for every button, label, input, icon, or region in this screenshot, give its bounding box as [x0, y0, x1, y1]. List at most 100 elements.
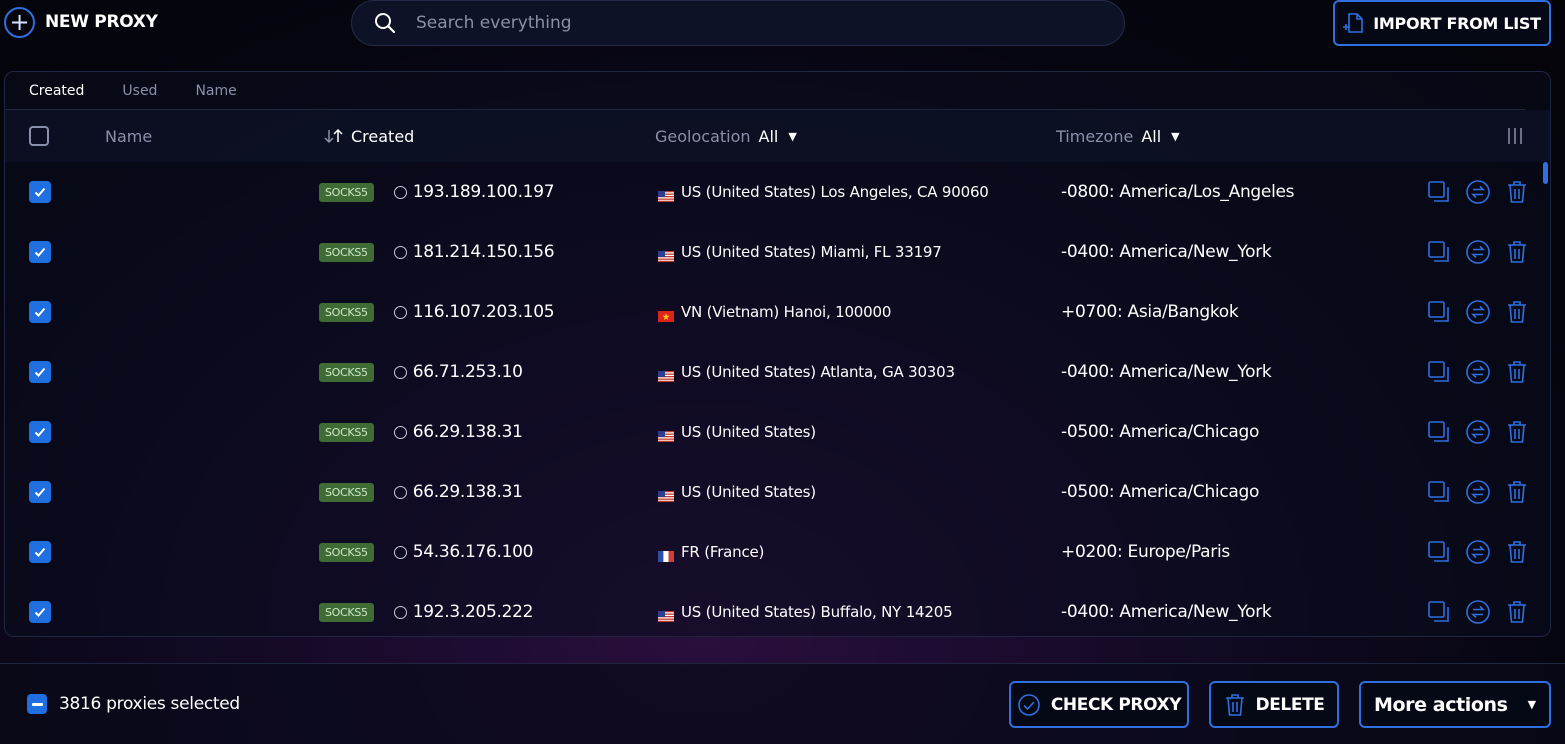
trash-icon[interactable]	[1504, 599, 1530, 625]
row-checkbox[interactable]	[29, 421, 51, 443]
new-proxy-button[interactable]: + NEW PROXY	[4, 6, 158, 38]
table-row[interactable]: SOCKS5 116.107.203.105 VN (Vietnam) Hano…	[5, 282, 1545, 342]
swap-icon[interactable]	[1465, 419, 1491, 445]
row-actions	[1426, 582, 1530, 636]
swap-icon[interactable]	[1465, 599, 1491, 625]
scrollbar[interactable]	[1542, 162, 1550, 636]
column-settings[interactable]	[1505, 110, 1525, 162]
trash-icon[interactable]	[1504, 479, 1530, 505]
column-created[interactable]: Created	[323, 110, 414, 162]
table-row[interactable]: SOCKS5 66.71.253.10 US (United States) A…	[5, 342, 1545, 402]
swap-icon[interactable]	[1465, 299, 1491, 325]
geolocation-filter-caret-icon[interactable]: ▼	[788, 130, 796, 143]
proxy-ip: 66.29.138.31	[412, 422, 523, 442]
copy-icon[interactable]	[1426, 239, 1452, 265]
import-file-icon	[1343, 13, 1364, 33]
copy-icon[interactable]	[1426, 599, 1452, 625]
column-geolocation-label: Geolocation	[655, 126, 751, 146]
geolocation-cell: VN (Vietnam) Hanoi, 100000	[658, 282, 891, 342]
trash-icon[interactable]	[1504, 419, 1530, 445]
swap-icon[interactable]	[1465, 479, 1491, 505]
search-input[interactable]	[416, 13, 1016, 33]
checkmark-icon	[34, 607, 46, 617]
trash-icon[interactable]	[1504, 239, 1530, 265]
sort-tabs: Created Used Name	[5, 72, 1525, 110]
delete-button[interactable]: DELETE	[1209, 681, 1339, 728]
table-row[interactable]: SOCKS5 193.189.100.197 US (United States…	[5, 162, 1545, 222]
sort-tab-used[interactable]: Used	[122, 83, 157, 99]
row-checkbox[interactable]	[29, 541, 51, 563]
timezone-text: +0200: Europe/Paris	[1061, 542, 1230, 562]
trash-icon	[1225, 693, 1244, 716]
trash-icon[interactable]	[1504, 299, 1530, 325]
new-proxy-label: NEW PROXY	[45, 12, 158, 32]
more-actions-button[interactable]: More actions ▼	[1359, 681, 1551, 728]
proxy-cell: SOCKS5 54.36.176.100	[319, 522, 534, 582]
geolocation-filter-value[interactable]: All	[759, 127, 779, 146]
timezone-cell: -0400: America/New_York	[1061, 582, 1272, 636]
trash-icon[interactable]	[1504, 359, 1530, 385]
row-checkbox[interactable]	[29, 361, 51, 383]
proxy-ip: 192.3.205.222	[412, 602, 534, 622]
row-checkbox[interactable]	[29, 241, 51, 263]
timezone-filter-caret-icon[interactable]: ▼	[1171, 130, 1179, 143]
row-checkbox[interactable]	[29, 181, 51, 203]
trash-icon[interactable]	[1504, 179, 1530, 205]
copy-icon[interactable]	[1426, 539, 1452, 565]
timezone-cell: -0800: America/Los_Angeles	[1061, 162, 1295, 222]
proxy-cell: SOCKS5 66.29.138.31	[319, 402, 523, 462]
columns-icon	[1508, 128, 1522, 144]
column-geolocation[interactable]: Geolocation All ▼	[655, 110, 797, 162]
row-checkbox[interactable]	[29, 481, 51, 503]
table-row[interactable]: SOCKS5 66.29.138.31 US (United States) -…	[5, 402, 1545, 462]
import-from-list-button[interactable]: IMPORT FROM LIST	[1333, 0, 1551, 46]
top-bar: + NEW PROXY IMPORT FROM LIST	[0, 0, 1565, 60]
copy-icon[interactable]	[1426, 419, 1452, 445]
column-name[interactable]: Name	[105, 110, 152, 162]
copy-icon[interactable]	[1426, 359, 1452, 385]
copy-icon[interactable]	[1426, 299, 1452, 325]
table-row[interactable]: SOCKS5 66.29.138.31 US (United States) -…	[5, 462, 1545, 522]
column-timezone-label: Timezone	[1056, 126, 1134, 146]
row-checkbox[interactable]	[29, 301, 51, 323]
swap-icon[interactable]	[1465, 179, 1491, 205]
swap-icon[interactable]	[1465, 539, 1491, 565]
trash-icon[interactable]	[1504, 539, 1530, 565]
geolocation-text: US (United States) Atlanta, GA 30303	[681, 363, 955, 381]
row-checkbox[interactable]	[29, 601, 51, 623]
table-header: Name Created Geolocation All ▼ Timezone …	[5, 110, 1550, 162]
proxy-cell: SOCKS5 192.3.205.222	[319, 582, 534, 636]
proxy-cell: SOCKS5 66.29.138.31	[319, 462, 523, 522]
row-checkbox-cell	[29, 222, 51, 282]
copy-icon[interactable]	[1426, 479, 1452, 505]
table-row[interactable]: SOCKS5 54.36.176.100 FR (France) +0200: …	[5, 522, 1545, 582]
column-timezone[interactable]: Timezone All ▼	[1056, 110, 1180, 162]
sort-tab-name[interactable]: Name	[195, 83, 236, 99]
check-proxy-button[interactable]: CHECK PROXY	[1009, 681, 1189, 728]
vn-flag-icon	[658, 307, 674, 322]
fr-flag-icon	[658, 547, 674, 562]
table-row[interactable]: SOCKS5 192.3.205.222 US (United States) …	[5, 582, 1545, 636]
status-circle-icon	[393, 365, 407, 379]
geolocation-cell: US (United States) Los Angeles, CA 90060	[658, 162, 989, 222]
timezone-filter-value[interactable]: All	[1141, 127, 1161, 146]
bottom-action-bar: 3816 proxies selected CHECK PROXY DELETE…	[0, 663, 1565, 744]
row-actions	[1426, 402, 1530, 462]
timezone-text: -0500: America/Chicago	[1061, 422, 1260, 442]
timezone-cell: +0200: Europe/Paris	[1061, 522, 1230, 582]
select-all-cell	[29, 110, 49, 162]
us-flag-icon	[658, 187, 674, 202]
row-checkbox-cell	[29, 582, 51, 636]
proxy-cell: SOCKS5 181.214.150.156	[319, 222, 555, 282]
deselect-all-checkbox[interactable]	[27, 694, 47, 714]
table-row[interactable]: SOCKS5 181.214.150.156 US (United States…	[5, 222, 1545, 282]
import-label: IMPORT FROM LIST	[1373, 13, 1541, 33]
scrollbar-thumb[interactable]	[1543, 162, 1548, 184]
swap-icon[interactable]	[1465, 239, 1491, 265]
timezone-text: -0800: America/Los_Angeles	[1061, 182, 1295, 202]
status-circle-icon	[393, 185, 407, 199]
select-all-checkbox[interactable]	[29, 126, 49, 146]
copy-icon[interactable]	[1426, 179, 1452, 205]
swap-icon[interactable]	[1465, 359, 1491, 385]
sort-tab-created[interactable]: Created	[29, 83, 84, 99]
